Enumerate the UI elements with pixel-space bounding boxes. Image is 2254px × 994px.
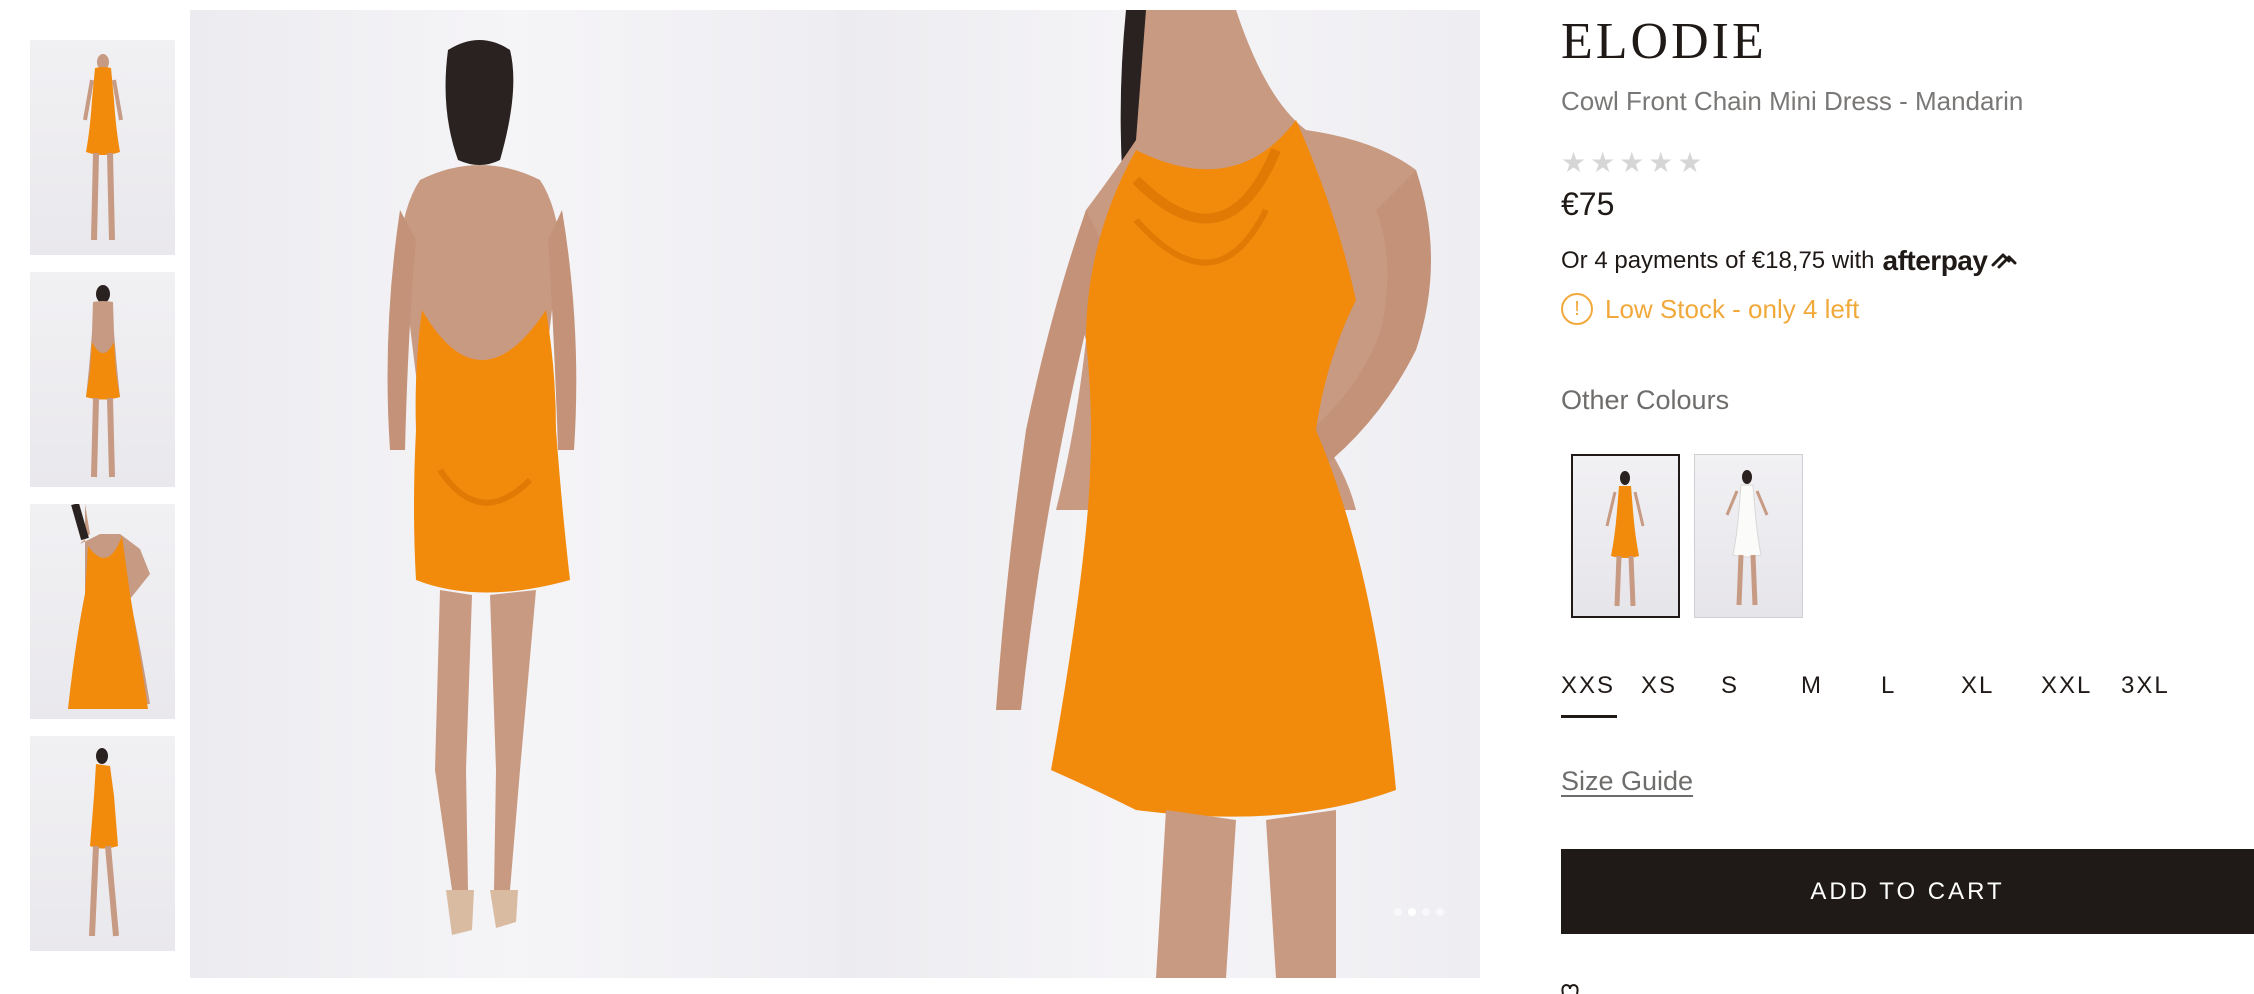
main-gallery[interactable] (190, 10, 1480, 978)
dress-front-model (996, 10, 1431, 978)
rating-stars[interactable]: ★★★★★ (1561, 146, 1707, 179)
size-option-l[interactable]: L (1881, 672, 1961, 718)
dress-side-figure (89, 748, 119, 937)
product-name: Cowl Front Chain Mini Dress - Mandarin (1561, 86, 2024, 116)
afterpay-logo: afterpay (1883, 245, 2020, 277)
stock-status: ! Low Stock - only 4 left (1561, 293, 1859, 325)
thumbnail-closeup[interactable] (30, 504, 175, 719)
product-info: ELODIE Cowl Front Chain Mini Dress - Man… (1561, 0, 2254, 994)
carousel-dot[interactable] (1422, 908, 1430, 916)
dress-front-figure (83, 54, 123, 241)
stock-message: Low Stock - only 4 left (1605, 293, 1860, 324)
colour-swatches (1571, 454, 1803, 618)
dress-back-figure (86, 285, 120, 478)
product-price: €75 (1561, 186, 1615, 222)
carousel-dot-active[interactable] (1408, 908, 1416, 916)
afterpay-brand: afterpay (1882, 245, 1988, 276)
gallery-image-back (190, 10, 836, 978)
add-to-cart-button[interactable]: ADD TO CART (1561, 849, 2254, 934)
size-option-xxl[interactable]: XXL (2041, 672, 2121, 718)
warning-icon: ! (1561, 293, 1593, 325)
size-option-3xl[interactable]: 3XL (2121, 672, 2201, 718)
colour-swatch-white[interactable] (1694, 454, 1803, 618)
thumbnail-side[interactable] (30, 736, 175, 951)
size-option-xl[interactable]: XL (1961, 672, 2041, 718)
size-option-xxs[interactable]: XXS (1561, 672, 1641, 718)
size-option-s[interactable]: S (1721, 672, 1801, 718)
size-selector: XXS XS S M L XL XXL 3XL (1561, 672, 2201, 718)
swatch-mandarin-figure (1605, 471, 1645, 607)
colour-swatch-mandarin[interactable] (1571, 454, 1680, 618)
afterpay-arrows-icon (1991, 253, 2017, 269)
dress-closeup-figure (68, 504, 150, 709)
size-guide-link[interactable]: Size Guide (1561, 766, 1693, 797)
swatch-white-figure (1725, 470, 1769, 606)
size-option-xs[interactable]: XS (1641, 672, 1721, 718)
afterpay-info[interactable]: Or 4 payments of €18,75 with afterpay (1561, 245, 2019, 277)
carousel-dots (1394, 908, 1444, 916)
gallery-image-front (836, 10, 1480, 978)
carousel-dot[interactable] (1436, 908, 1444, 916)
thumbnail-front[interactable] (30, 40, 175, 255)
wishlist-heart-icon[interactable] (1561, 984, 1579, 994)
brand-title: ELODIE (1561, 13, 1767, 70)
thumbnail-back[interactable] (30, 272, 175, 487)
carousel-dot[interactable] (1394, 908, 1402, 916)
dress-back-model (387, 40, 577, 935)
other-colours-label: Other Colours (1561, 385, 1730, 415)
size-option-m[interactable]: M (1801, 672, 1881, 718)
afterpay-text: Or 4 payments of €18,75 with (1561, 247, 1875, 274)
